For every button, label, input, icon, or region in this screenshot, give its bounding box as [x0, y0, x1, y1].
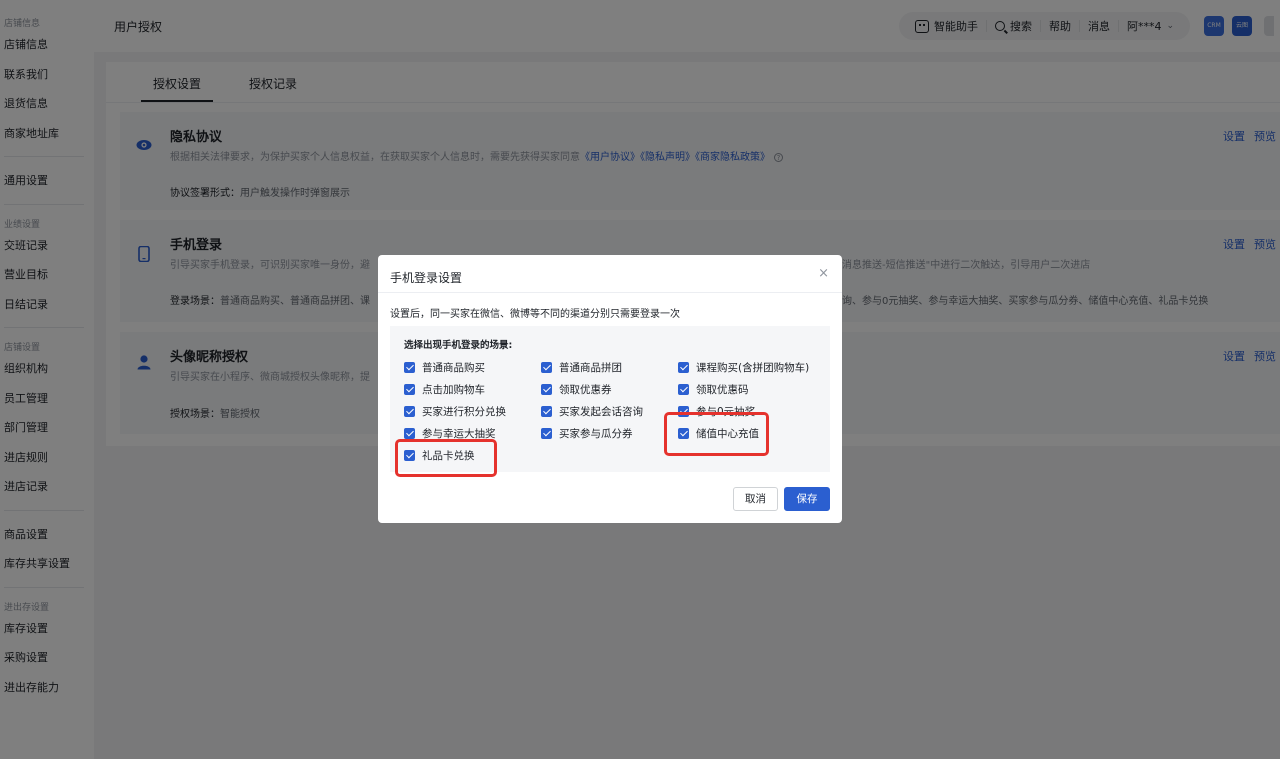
dialog-description: 设置后，同一买家在微信、微博等不同的渠道分别只需要登录一次 [390, 309, 680, 320]
save-button[interactable]: 保存 [784, 487, 830, 511]
close-icon[interactable]: × [818, 266, 829, 281]
option-checkbox[interactable]: 买家参与瓜分券 [541, 426, 633, 441]
dialog-title: 手机登录设置 [390, 271, 463, 285]
checkbox-checked-icon [541, 362, 552, 373]
option-label: 买家进行积分兑换 [422, 406, 506, 418]
option-label: 普通商品购买 [422, 362, 485, 374]
checkbox-checked-icon [678, 384, 689, 395]
cancel-button[interactable]: 取消 [733, 487, 778, 511]
phone-login-settings-dialog: 手机登录设置 × 设置后，同一买家在微信、微博等不同的渠道分别只需要登录一次 选… [378, 255, 842, 523]
option-label: 点击加购物车 [422, 384, 485, 396]
checkbox-checked-icon [541, 428, 552, 439]
checkbox-checked-icon [541, 406, 552, 417]
option-checkbox[interactable]: 点击加购物车 [404, 382, 485, 397]
divider [378, 292, 842, 293]
highlight-box [395, 439, 497, 477]
option-checkbox[interactable]: 普通商品拼团 [541, 360, 622, 375]
checkbox-checked-icon [404, 362, 415, 373]
checkbox-checked-icon [404, 428, 415, 439]
checkbox-checked-icon [541, 384, 552, 395]
checkbox-checked-icon [404, 384, 415, 395]
option-label: 领取优惠券 [559, 384, 612, 396]
option-checkbox[interactable]: 买家进行积分兑换 [404, 404, 506, 419]
option-label: 课程购买(含拼团购物车) [696, 362, 810, 374]
option-label: 普通商品拼团 [559, 362, 622, 374]
checkbox-checked-icon [678, 362, 689, 373]
checkbox-checked-icon [404, 406, 415, 417]
option-label: 买家参与瓜分券 [559, 428, 633, 440]
option-label: 领取优惠码 [696, 384, 749, 396]
option-checkbox[interactable]: 买家发起会话咨询 [541, 404, 643, 419]
options-heading: 选择出现手机登录的场景: [404, 340, 513, 351]
option-checkbox[interactable]: 领取优惠码 [678, 382, 749, 397]
option-checkbox[interactable]: 课程购买(含拼团购物车) [678, 360, 809, 375]
option-checkbox[interactable]: 领取优惠券 [541, 382, 612, 397]
option-label: 买家发起会话咨询 [559, 406, 643, 418]
option-checkbox[interactable]: 普通商品购买 [404, 360, 485, 375]
highlight-box [664, 412, 769, 456]
